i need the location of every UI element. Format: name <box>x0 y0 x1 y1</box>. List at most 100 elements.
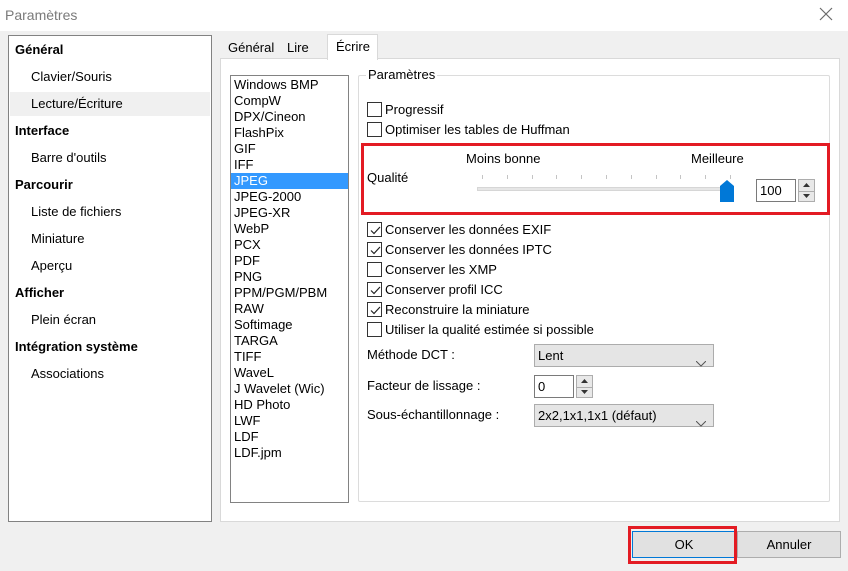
nav-item[interactable]: Afficher <box>10 281 210 305</box>
quality-value-input[interactable]: 100 <box>756 179 796 202</box>
smoothing-label: Facteur de lissage : <box>367 378 481 393</box>
format-list-item[interactable]: Windows BMP <box>231 77 348 93</box>
spin-up-icon[interactable] <box>577 376 592 387</box>
format-list-item[interactable]: JPEG-2000 <box>231 189 348 205</box>
option-checkbox[interactable]: Reconstruire la miniature <box>367 301 530 318</box>
nav-item[interactable]: Parcourir <box>10 173 210 197</box>
format-list-item[interactable]: DPX/Cineon <box>231 109 348 125</box>
slider-tick <box>556 175 557 179</box>
checkbox-label: Conserver les données IPTC <box>385 242 552 257</box>
format-list-item[interactable]: PDF <box>231 253 348 269</box>
format-list-item[interactable]: PNG <box>231 269 348 285</box>
format-list-item[interactable]: LDF <box>231 429 348 445</box>
nav-item[interactable]: Aperçu <box>10 254 210 278</box>
subsampling-dropdown[interactable]: 2x2,1x1,1x1 (défaut) <box>534 404 714 427</box>
spin-up-icon[interactable] <box>799 180 814 191</box>
checkbox-box[interactable] <box>367 322 382 337</box>
checkbox-label: Reconstruire la miniature <box>385 302 530 317</box>
dropdown-value: 2x2,1x1,1x1 (défaut) <box>538 408 657 423</box>
format-list-item[interactable]: J Wavelet (Wic) <box>231 381 348 397</box>
quality-slider-thumb[interactable] <box>720 180 734 205</box>
checkbox-label: Optimiser les tables de Huffman <box>385 122 570 137</box>
subsampling-label: Sous-échantillonnage : <box>367 407 500 422</box>
tab-read[interactable]: Lire <box>283 38 313 58</box>
slider-tick <box>606 175 607 179</box>
nav-item[interactable]: Général <box>10 38 210 62</box>
quality-slider[interactable] <box>477 187 729 191</box>
checkbox-box[interactable] <box>367 122 382 137</box>
dct-method-dropdown[interactable]: Lent <box>534 344 714 367</box>
nav-item[interactable]: Interface <box>10 119 210 143</box>
format-list-item[interactable]: RAW <box>231 301 348 317</box>
tab-general[interactable]: Général <box>224 38 279 58</box>
nav-item[interactable]: Clavier/Souris <box>10 65 210 89</box>
checkbox-box[interactable] <box>367 102 382 117</box>
format-list-item[interactable]: CompW <box>231 93 348 109</box>
slider-tick <box>656 175 657 179</box>
slider-tick <box>705 175 706 179</box>
spin-down-icon[interactable] <box>577 386 592 398</box>
smoothing-spinner[interactable] <box>576 375 593 398</box>
quality-spinner[interactable] <box>798 179 815 202</box>
window-title: Paramètres <box>5 7 78 23</box>
nav-item[interactable]: Lecture/Écriture <box>10 92 210 116</box>
option-checkbox[interactable]: Conserver les XMP <box>367 261 497 278</box>
checkmark-icon[interactable] <box>367 242 382 257</box>
nav-item[interactable]: Barre d'outils <box>10 146 210 170</box>
checkbox-box[interactable] <box>367 262 382 277</box>
smoothing-input[interactable]: 0 <box>534 375 574 398</box>
slider-tick <box>482 175 483 179</box>
option-checkbox[interactable]: Utiliser la qualité estimée si possible <box>367 321 594 338</box>
dropdown-value: Lent <box>538 348 564 363</box>
settings-groupbox-label: Paramètres <box>366 67 438 82</box>
optimize-huffman-checkbox[interactable]: Optimiser les tables de Huffman <box>367 121 570 138</box>
close-icon[interactable] <box>818 6 834 22</box>
format-list-item[interactable]: PCX <box>231 237 348 253</box>
format-list-item[interactable]: TIFF <box>231 349 348 365</box>
checkbox-label: Progressif <box>385 102 444 117</box>
format-list-item[interactable]: IFF <box>231 157 348 173</box>
checkmark-icon[interactable] <box>367 282 382 297</box>
format-list[interactable]: Windows BMP CompW DPX/Cineon FlashPix GIF IFF… <box>230 75 349 503</box>
nav-item[interactable]: Miniature <box>10 227 210 251</box>
progressive-checkbox[interactable]: Progressif <box>367 101 444 118</box>
nav-item[interactable]: Liste de fichiers <box>10 200 210 224</box>
format-list-item[interactable]: TARGA <box>231 333 348 349</box>
tab-write[interactable]: Écrire <box>327 34 378 60</box>
quality-max-label: Meilleure <box>691 151 744 166</box>
slider-tick <box>631 175 632 179</box>
format-list-item[interactable]: PPM/PGM/PBM <box>231 285 348 301</box>
checkmark-icon[interactable] <box>367 302 382 317</box>
format-list-item[interactable]: JPEG-XR <box>231 205 348 221</box>
title-bar: Paramètres <box>0 0 848 31</box>
format-list-item[interactable]: GIF <box>231 141 348 157</box>
checkbox-label: Conserver profil ICC <box>385 282 503 297</box>
format-list-item[interactable]: Softimage <box>231 317 348 333</box>
format-list-item[interactable]: LWF <box>231 413 348 429</box>
chevron-down-icon <box>695 352 707 373</box>
cancel-button[interactable]: Annuler <box>737 531 841 558</box>
format-list-item[interactable]: WaveL <box>231 365 348 381</box>
spin-down-icon[interactable] <box>799 190 814 202</box>
ok-button[interactable]: OK <box>632 531 736 558</box>
dct-method-label: Méthode DCT : <box>367 347 455 362</box>
checkmark-icon[interactable] <box>367 222 382 237</box>
option-checkbox[interactable]: Conserver les données EXIF <box>367 221 551 238</box>
chevron-down-icon <box>695 412 707 433</box>
nav-item[interactable]: Intégration système <box>10 335 210 359</box>
nav-item[interactable]: Associations <box>10 362 210 386</box>
option-checkbox[interactable]: Conserver les données IPTC <box>367 241 552 258</box>
checkbox-label: Conserver les données EXIF <box>385 222 552 237</box>
slider-tick <box>680 175 681 179</box>
format-list-item[interactable]: LDF.jpm <box>231 445 348 461</box>
option-checkbox[interactable]: Conserver profil ICC <box>367 281 503 298</box>
format-list-item[interactable]: WebP <box>231 221 348 237</box>
slider-tick <box>507 175 508 179</box>
format-list-item[interactable]: FlashPix <box>231 125 348 141</box>
slider-tick <box>532 175 533 179</box>
checkbox-label: Conserver les XMP <box>385 262 497 277</box>
slider-tick <box>581 175 582 179</box>
nav-item[interactable]: Plein écran <box>10 308 210 332</box>
format-list-item[interactable]: JPEG <box>231 173 348 189</box>
format-list-item[interactable]: HD Photo <box>231 397 348 413</box>
